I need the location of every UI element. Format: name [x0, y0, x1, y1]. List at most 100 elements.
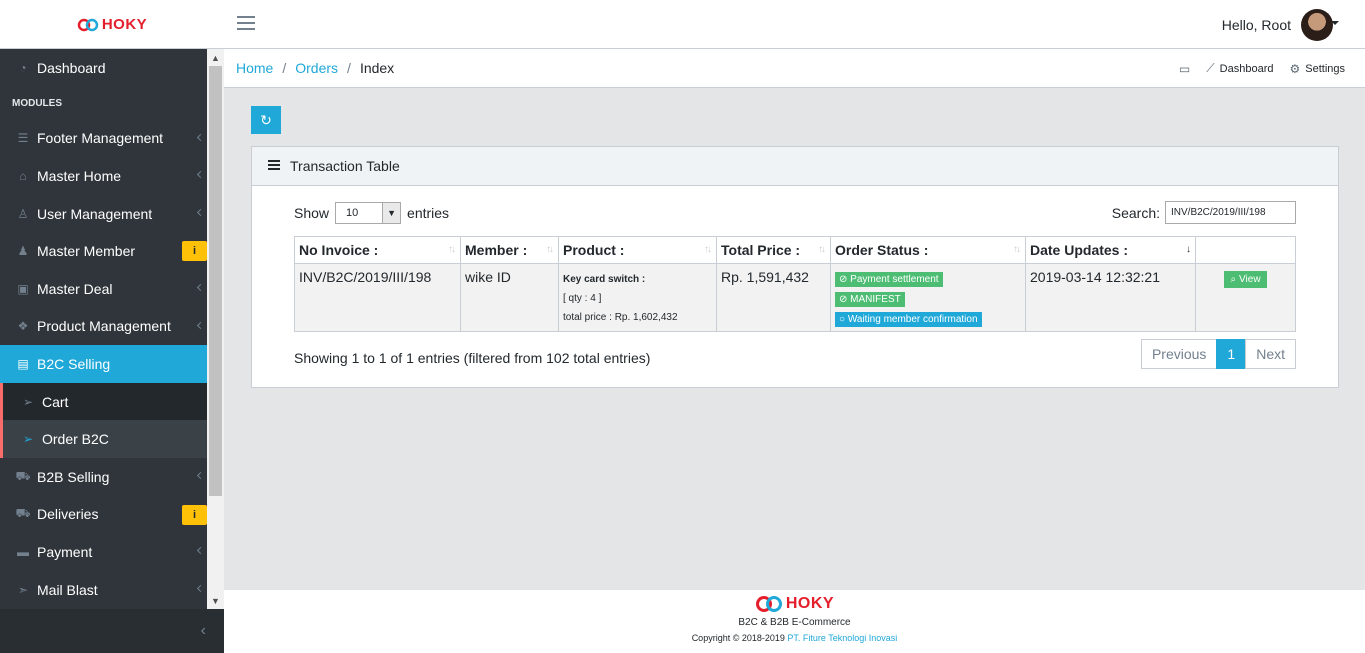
product-qty: [ qty : 4 ]: [563, 293, 602, 304]
page-1-button[interactable]: 1: [1216, 339, 1247, 369]
sidebar-item-label: Master Home: [37, 167, 122, 184]
product-total: total price : Rp. 1,602,432: [563, 312, 678, 323]
sidebar-item-dashboard[interactable]: ◔ Dashboard: [0, 49, 207, 87]
sidebar-item-label: B2B Selling: [37, 468, 110, 485]
column-label: Date Updates :: [1030, 242, 1129, 258]
footer-copyright: Copyright © 2018-2019 PT. Fiture Teknolo…: [224, 633, 1365, 643]
chevron-left-icon: [196, 321, 205, 329]
cell-date: 2019-03-14 12:32:21: [1025, 263, 1196, 332]
breadcrumb-home-link[interactable]: Home: [236, 60, 273, 76]
chevron-left-icon: [196, 283, 205, 292]
sidebar-item-b2b-selling[interactable]: ⛟ B2B Selling: [0, 458, 207, 496]
nav-section-title: MODULES: [12, 97, 62, 109]
dashboard-link-label: Dashboard: [1219, 62, 1274, 75]
sidebar-item-order-b2c[interactable]: ➢ Order B2C: [0, 420, 207, 458]
column-label: Order Status :: [835, 242, 929, 258]
sort-icon: ↑↓: [448, 244, 456, 255]
card-header: Transaction Table: [252, 147, 1338, 186]
info-badge: i: [182, 504, 207, 525]
sidebar-item-label: B2C Selling: [37, 355, 111, 372]
scroll-down-arrow-icon[interactable]: ▼: [207, 592, 224, 609]
user-menu[interactable]: Hello, Root: [1222, 9, 1333, 41]
column-header-product[interactable]: Product : ↑↓: [558, 236, 717, 264]
sidebar-item-label: Master Deal: [37, 280, 113, 297]
sidebar-item-label: Deliveries: [37, 506, 99, 523]
previous-page-button[interactable]: Previous: [1140, 339, 1218, 369]
sort-icon: ↑↓: [546, 244, 554, 255]
transaction-card: Transaction Table Show 10 ▼ entries Sear…: [251, 146, 1339, 388]
chevron-down-icon[interactable]: [1331, 21, 1339, 25]
brand[interactable]: HOKY: [0, 0, 224, 49]
sidebar-item-product-management[interactable]: ❖ Product Management: [0, 308, 207, 346]
send-icon: ➢: [22, 394, 34, 409]
status-badge-payment: ⊘ Payment settlement: [835, 272, 943, 287]
settings-link[interactable]: ⚙ Settings: [1289, 61, 1345, 76]
logo-mark-icon: [77, 18, 99, 31]
sort-icon: ↑↓: [704, 244, 712, 255]
status-text: MANIFEST: [850, 294, 901, 305]
sidebar-scrollbar[interactable]: ▲ ▼: [207, 49, 224, 609]
breadcrumb-orders-link[interactable]: Orders: [295, 60, 338, 76]
sidebar-item-footer-management[interactable]: ☰ Footer Management: [0, 120, 207, 158]
chevron-left-icon: [196, 547, 205, 555]
sidebar-item-b2c-selling[interactable]: ▤ B2C Selling: [0, 345, 207, 383]
credit-card-icon: ▬: [17, 544, 29, 559]
money-icon: ▣: [17, 281, 29, 296]
sidebar-toggle-button[interactable]: [237, 16, 255, 31]
breadcrumb: Home / Orders / Index ▭ ⟋ Dashboard ⚙ Sett…: [224, 49, 1365, 88]
company-link[interactable]: PT. Fiture Teknologi Inovasi: [787, 633, 897, 643]
chevron-left-icon: [196, 171, 205, 179]
cell-invoice: INV/B2C/2019/III/198: [294, 263, 461, 332]
sidebar-item-payment[interactable]: ▬ Payment: [0, 533, 207, 571]
column-header-invoice[interactable]: No Invoice : ↑↓: [294, 236, 461, 264]
search-label: Search:: [1111, 204, 1160, 221]
sidebar-item-cart[interactable]: ➢ Cart: [0, 382, 207, 421]
view-button[interactable]: ⌕ View: [1224, 271, 1267, 288]
users-icon: ♟: [17, 244, 29, 259]
search-control: Search:: [1112, 201, 1296, 224]
next-page-button[interactable]: Next: [1245, 339, 1296, 369]
paper-plane-icon: ➣: [17, 582, 29, 597]
column-label: No Invoice :: [299, 242, 379, 258]
refresh-button[interactable]: ↻: [251, 106, 281, 134]
column-header-date-updates[interactable]: Date Updates : ↓: [1025, 236, 1196, 264]
scroll-up-arrow-icon[interactable]: ▲: [207, 49, 224, 66]
column-label: Member :: [465, 242, 528, 258]
user-greeting: Hello, Root: [1221, 17, 1291, 33]
list-icon: ☰: [17, 131, 29, 146]
transaction-table: No Invoice : ↑↓ Member : ↑↓ Product : ↑↓ To…: [294, 236, 1296, 332]
cart-icon: ⛟: [15, 468, 31, 483]
avatar[interactable]: [1301, 9, 1333, 41]
search-input[interactable]: [1165, 201, 1296, 224]
settings-link-label: Settings: [1305, 62, 1345, 75]
view-label: View: [1239, 274, 1261, 285]
truck-icon: ⛟: [15, 506, 31, 521]
send-icon: ➢: [22, 432, 34, 447]
column-header-order-status[interactable]: Order Status : ↑↓: [830, 236, 1026, 264]
logo-text: HOKY: [785, 595, 835, 612]
column-header-total-price[interactable]: Total Price : ↑↓: [716, 236, 831, 264]
column-header-member[interactable]: Member : ↑↓: [460, 236, 559, 264]
sidebar-item-master-deal[interactable]: ▣ Master Deal: [0, 270, 207, 308]
sidebar-item-label: Cart: [42, 393, 69, 410]
dashboard-link[interactable]: ⟋ Dashboard: [1206, 61, 1273, 76]
page-length-select[interactable]: 10 ▼: [335, 202, 402, 224]
sidebar-item-master-home[interactable]: ⌂ Master Home: [0, 157, 207, 195]
footer-logo: HOKY: [224, 595, 1365, 613]
sidebar-item-deliveries[interactable]: ⛟ Deliveries i: [0, 496, 207, 534]
sidebar-nav: ◔ Dashboard MODULES ☰ Footer Management …: [0, 49, 207, 609]
sidebar-item-label: Order B2C: [42, 431, 109, 448]
app-header: HOKY Hello, Root: [0, 0, 1365, 49]
sort-icon: ↑↓: [1013, 244, 1021, 255]
messages-button[interactable]: ▭: [1179, 61, 1190, 76]
status-text: Payment settlement: [850, 274, 939, 285]
scroll-thumb[interactable]: [209, 66, 222, 496]
sidebar-item-user-management[interactable]: ♙ User Management: [0, 195, 207, 233]
show-label: Show: [294, 205, 330, 221]
table-info: Showing 1 to 1 of 1 entries (filtered fr…: [294, 350, 651, 366]
logo-mark-icon: [755, 596, 782, 612]
chevron-left-icon: ‹: [200, 622, 206, 639]
sidebar-item-master-member[interactable]: ♟ Master Member i: [0, 232, 207, 270]
sidebar-item-mail-blast[interactable]: ➣ Mail Blast: [0, 571, 207, 609]
sidebar-minimizer-button[interactable]: ‹: [0, 609, 224, 653]
